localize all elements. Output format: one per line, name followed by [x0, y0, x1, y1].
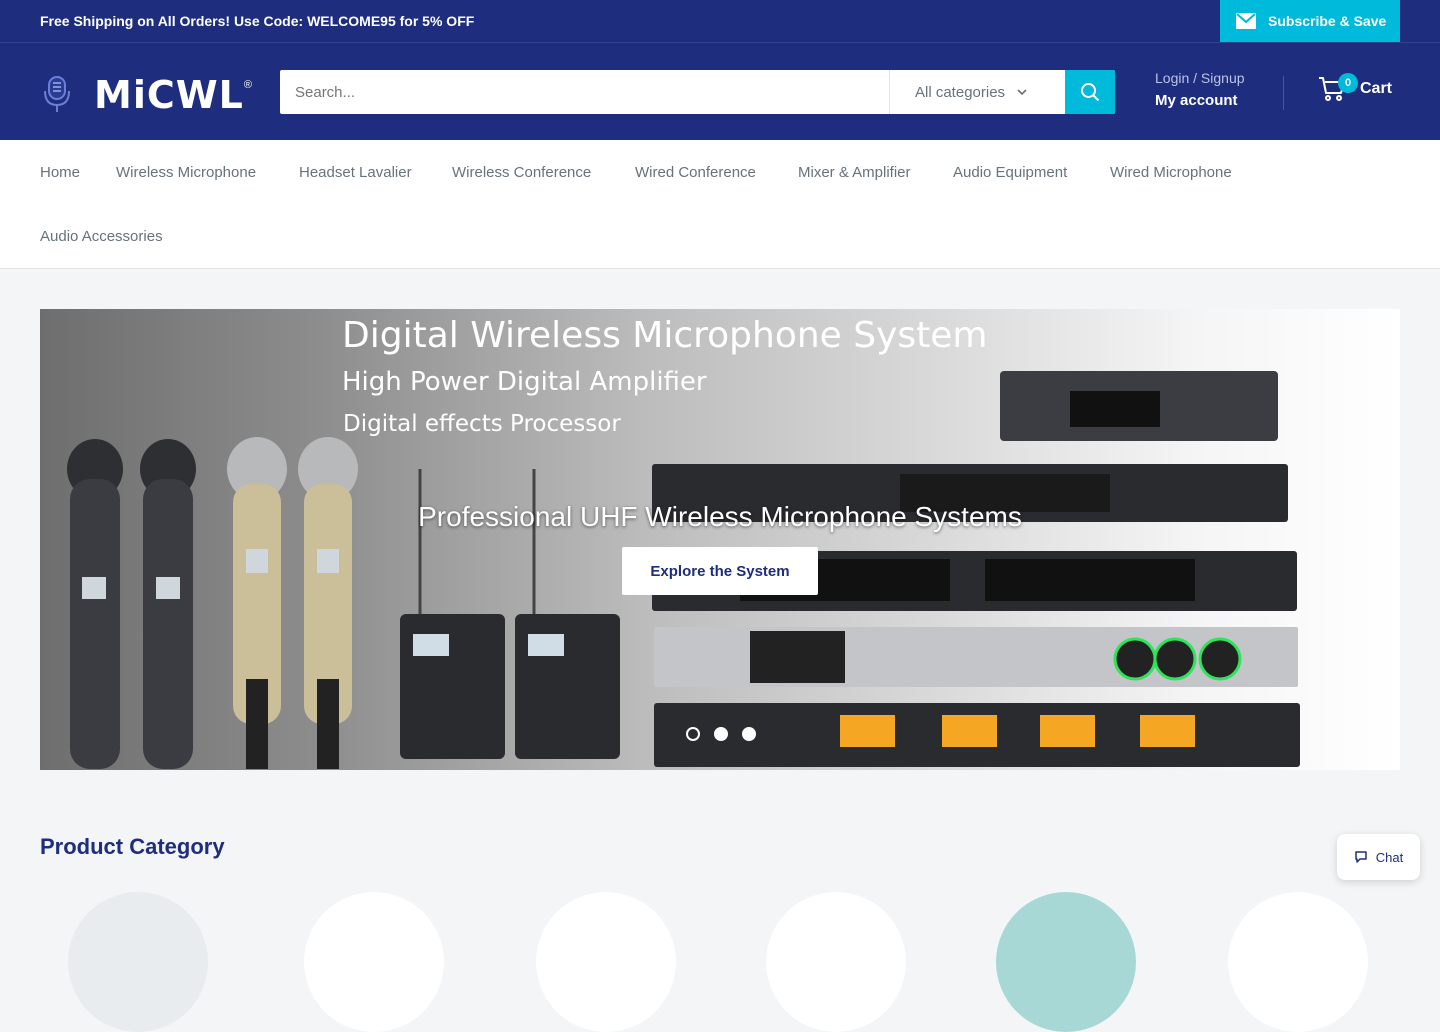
login-signup-link[interactable]: Login / Signup [1155, 70, 1245, 86]
announcement-bar: Free Shipping on All Orders! Use Code: W… [0, 0, 1440, 43]
category-thumb[interactable] [1228, 892, 1368, 1032]
nav-item-wired-microphone[interactable]: Wired Microphone [1110, 164, 1232, 181]
nav-item-audio-equipment[interactable]: Audio Equipment [953, 164, 1067, 181]
hero-slideshow[interactable]: Digital Wireless Microphone System High … [40, 309, 1400, 770]
category-thumb[interactable] [304, 892, 444, 1032]
slide-dot-3[interactable] [742, 727, 756, 741]
search-bar: All categories [280, 70, 1115, 114]
category-select-value: All categories [915, 83, 1006, 101]
explore-system-button[interactable]: Explore the System [622, 547, 818, 595]
site-header: MiCWL ® All categories Login / Signup My… [0, 43, 1440, 140]
category-thumb[interactable] [536, 892, 676, 1032]
promo-text: Free Shipping on All Orders! Use Code: W… [40, 13, 475, 29]
registered-mark-icon: ® [243, 79, 252, 91]
mail-icon [1236, 13, 1256, 29]
search-input[interactable] [280, 70, 889, 114]
product-illustration [67, 371, 1300, 769]
logo-text: MiCWL [94, 73, 244, 117]
site-logo[interactable]: MiCWL ® [40, 73, 252, 117]
category-thumb[interactable] [766, 892, 906, 1032]
chevron-down-icon [1017, 89, 1027, 95]
cart-button[interactable]: 0 Cart [1318, 73, 1393, 102]
nav-item-home[interactable]: Home [40, 164, 80, 181]
nav-item-audio-accessories[interactable]: Audio Accessories [40, 228, 163, 245]
search-button[interactable] [1065, 70, 1115, 114]
subscribe-button[interactable]: Subscribe & Save [1220, 0, 1400, 42]
subscribe-label: Subscribe & Save [1268, 13, 1387, 29]
category-thumb[interactable] [996, 892, 1136, 1032]
nav-item-wireless-microphone[interactable]: Wireless Microphone [116, 164, 256, 181]
slide-dot-2[interactable] [714, 727, 728, 741]
cart-count-badge: 0 [1338, 73, 1358, 93]
category-select[interactable]: All categories [889, 70, 1065, 114]
hero-overlay-title: Professional UHF Wireless Microphone Sys… [418, 501, 1022, 532]
hero-subline-amplifier: High Power Digital Amplifier [342, 367, 707, 397]
section-title: Product Category [40, 834, 225, 859]
chat-label: Chat [1375, 849, 1404, 865]
chat-button[interactable]: Chat [1337, 834, 1420, 880]
chat-bubble-icon [1355, 851, 1367, 863]
nav-item-wireless-conference[interactable]: Wireless Conference [452, 164, 591, 181]
my-account-link[interactable]: My account [1155, 92, 1245, 109]
slide-dot-1[interactable] [686, 727, 700, 741]
cart-label: Cart [1360, 80, 1393, 97]
account-menu[interactable]: Login / Signup My account [1155, 70, 1245, 109]
nav-item-wired-conference[interactable]: Wired Conference [635, 164, 756, 181]
category-thumb[interactable] [68, 892, 208, 1032]
hero-subline-processor: Digital effects Processor [343, 411, 621, 437]
nav-item-mixer-amplifier[interactable]: Mixer & Amplifier [798, 164, 911, 181]
slideshow-dots [686, 727, 756, 741]
main-navigation: Home Wireless Microphone Headset Lavalie… [0, 140, 1440, 269]
hero-headline: Digital Wireless Microphone System [342, 315, 988, 356]
header-divider [1283, 76, 1284, 110]
nav-item-headset-lavalier[interactable]: Headset Lavalier [299, 164, 412, 181]
microphone-logo-icon [44, 76, 70, 112]
search-icon [1081, 83, 1100, 102]
